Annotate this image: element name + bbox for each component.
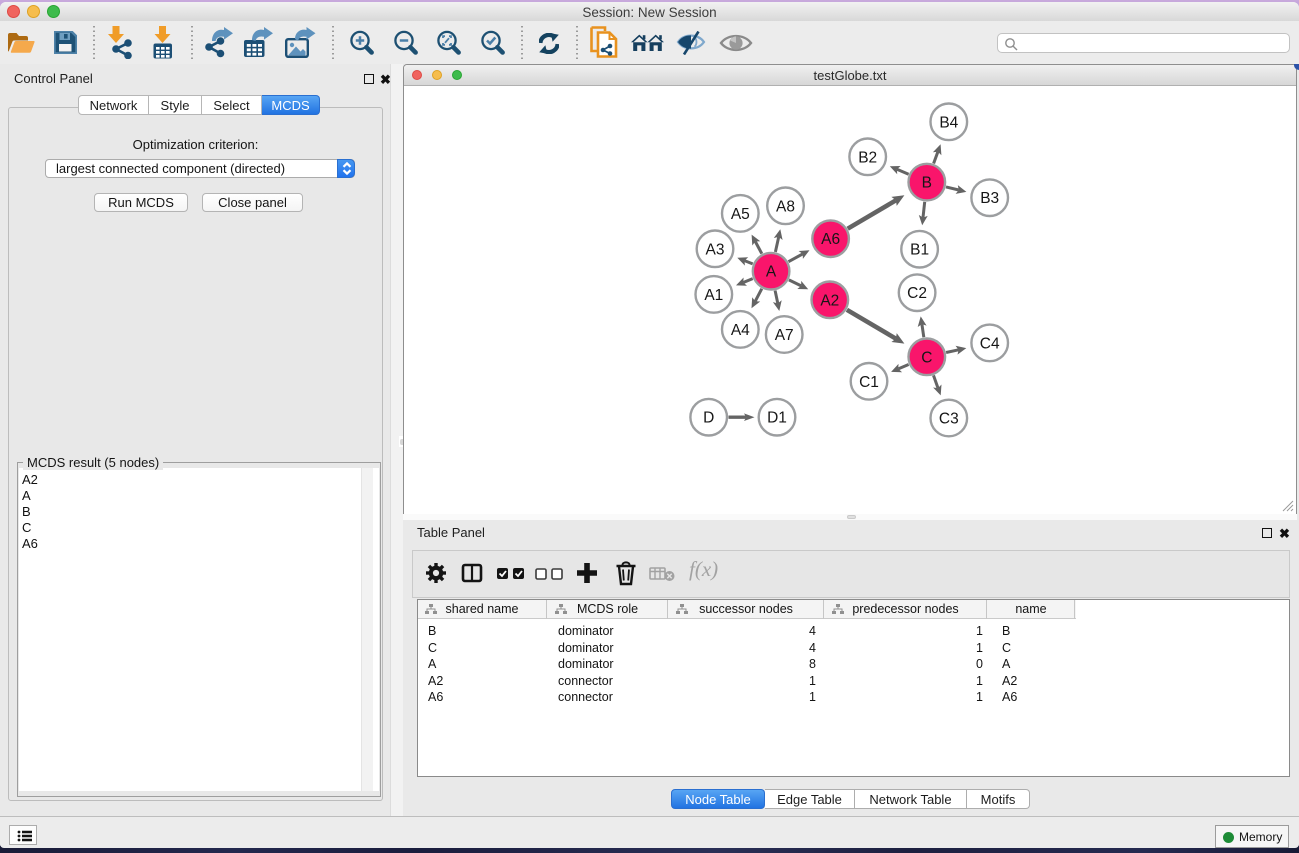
svg-text:A4: A4: [731, 322, 750, 339]
svg-text:C3: C3: [939, 411, 959, 428]
svg-text:A3: A3: [706, 241, 725, 258]
svg-text:A: A: [766, 264, 777, 281]
svg-text:A1: A1: [704, 287, 723, 304]
svg-text:C4: C4: [980, 335, 1000, 352]
svg-text:B2: B2: [858, 149, 877, 166]
svg-text:B1: B1: [910, 242, 929, 259]
svg-text:A7: A7: [775, 327, 794, 344]
svg-text:B4: B4: [939, 114, 958, 131]
svg-text:A2: A2: [820, 292, 839, 309]
svg-text:B3: B3: [980, 190, 999, 207]
svg-text:A8: A8: [776, 198, 795, 215]
svg-text:C: C: [921, 349, 932, 366]
svg-text:B: B: [922, 175, 932, 192]
svg-text:D1: D1: [767, 410, 787, 427]
svg-text:A6: A6: [821, 231, 840, 248]
svg-text:C1: C1: [859, 374, 879, 391]
svg-text:C2: C2: [907, 285, 927, 302]
svg-text:A5: A5: [731, 206, 750, 223]
svg-text:D: D: [703, 410, 714, 427]
